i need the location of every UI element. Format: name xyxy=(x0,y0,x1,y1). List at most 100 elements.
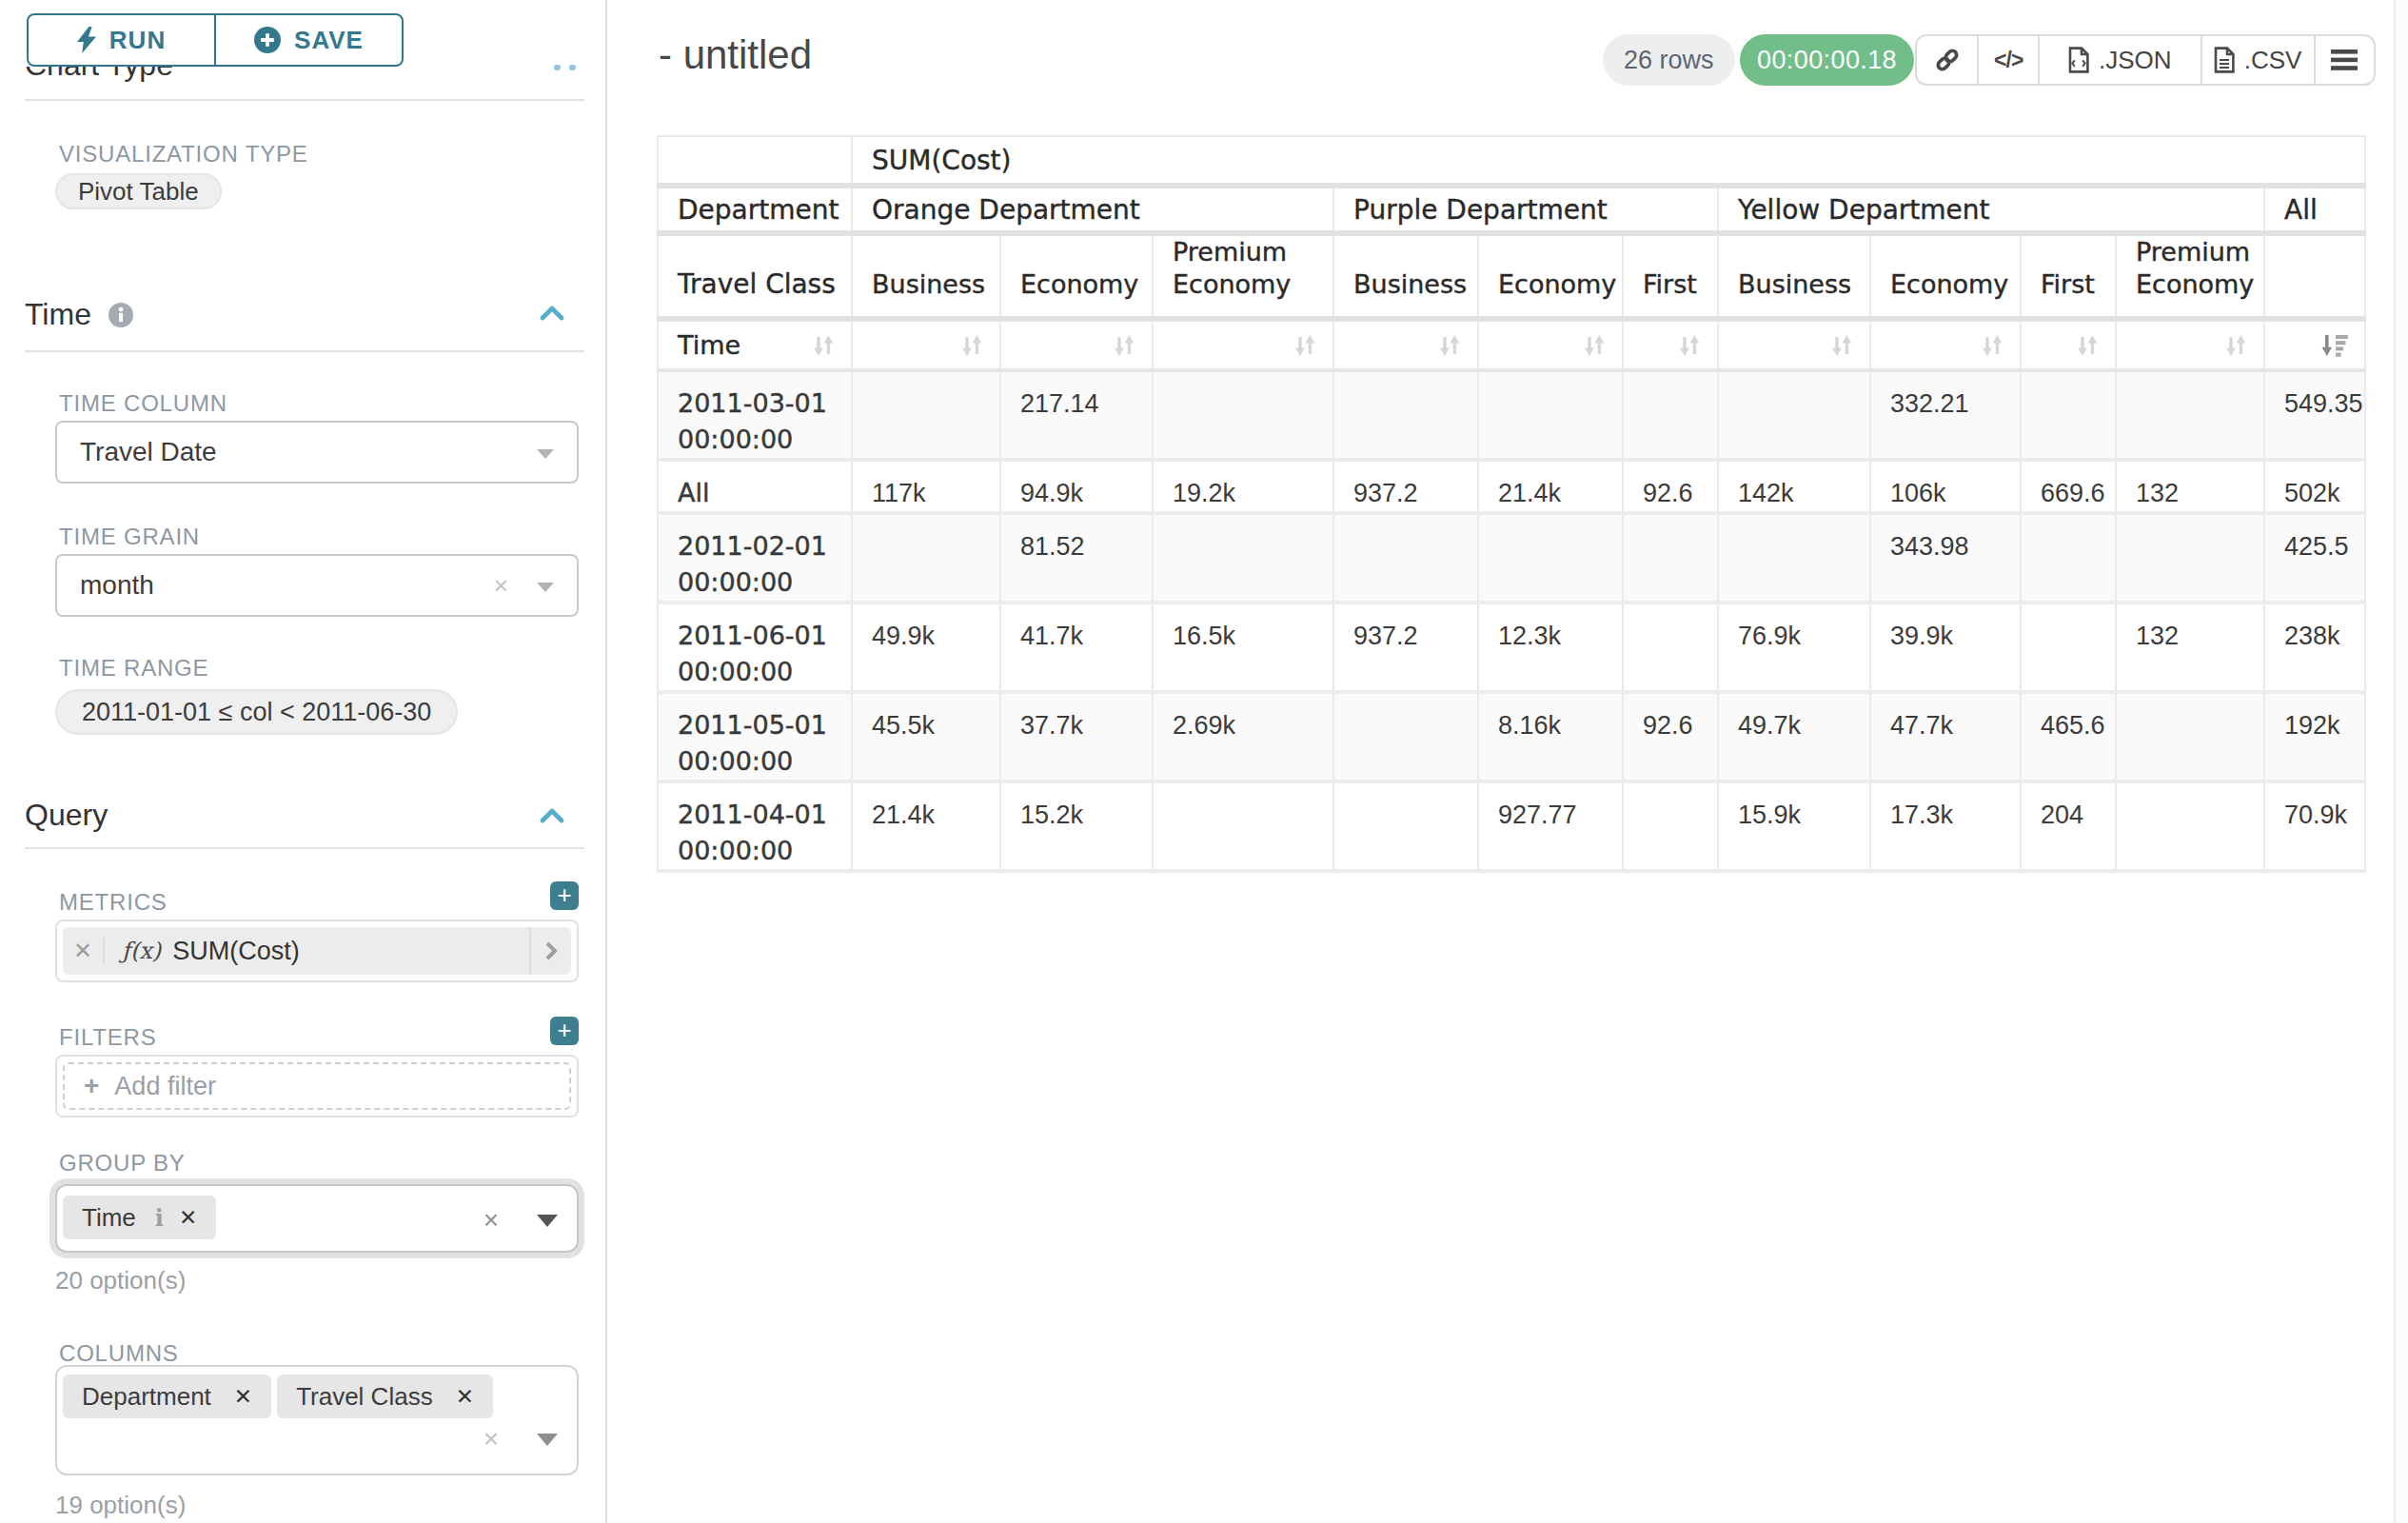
pivot-cell: 132 xyxy=(2116,460,2264,513)
remove-tag-icon[interactable]: ✕ xyxy=(456,1384,474,1410)
pivot-cell: 8.16k xyxy=(1478,692,1623,781)
export-json-button[interactable]: .JSON xyxy=(2038,36,2201,84)
clear-icon[interactable]: × xyxy=(484,1205,499,1236)
table-row: 2011-06-01 00:00:0049.9k41.7k16.5k937.21… xyxy=(658,603,2365,692)
add-metric-button[interactable]: + xyxy=(550,881,579,910)
run-save-group: RUN SAVE xyxy=(27,13,404,67)
plus-circle-icon xyxy=(254,27,281,53)
group-header: All xyxy=(2264,186,2365,233)
pivot-cell: 132 xyxy=(2116,603,2264,692)
pivot-cell: 49.7k xyxy=(1718,692,1870,781)
group-by-select[interactable]: Time i ✕ × xyxy=(55,1184,579,1253)
scrollbar-track[interactable] xyxy=(2394,0,2408,1523)
pivot-cell xyxy=(2021,603,2116,692)
collapse-chevron-icon[interactable] xyxy=(539,807,565,824)
pivot-cell: 332.21 xyxy=(1870,370,2021,460)
pivot-cell: 16.5k xyxy=(1153,603,1333,692)
query-timer-badge: 00:00:00.18 xyxy=(1740,34,1914,86)
metric-pill[interactable]: ✕ ƒ(x) SUM(Cost) xyxy=(63,927,571,975)
columns-tag[interactable]: Travel Class ✕ xyxy=(277,1375,493,1418)
explore-view: Chart Type RUN SAVE VISUALIZATION TYPE P… xyxy=(0,0,2408,1523)
columns-tag[interactable]: Department ✕ xyxy=(63,1375,271,1418)
group-header: Orange Department xyxy=(852,186,1333,233)
embed-code-button[interactable]: </> xyxy=(1977,36,2037,84)
pivot-cell: 76.9k xyxy=(1718,603,1870,692)
sort-header[interactable] xyxy=(1000,319,1153,370)
sort-header[interactable] xyxy=(2264,319,2365,370)
time-sort-header[interactable]: Time xyxy=(658,319,852,370)
table-row: All117k94.9k19.2k937.221.4k92.6142k106k6… xyxy=(658,460,2365,513)
pivot-cell xyxy=(1623,370,1718,460)
pivot-cell xyxy=(1333,513,1478,603)
chevron-down-icon xyxy=(537,449,554,459)
row-dim-header: Travel Class xyxy=(658,233,852,319)
menu-button[interactable] xyxy=(2314,36,2374,84)
sort-header[interactable] xyxy=(1478,319,1623,370)
pivot-cell: 81.52 xyxy=(1000,513,1153,603)
pivot-cell: 92.6 xyxy=(1623,460,1718,513)
collapse-chevron-icon[interactable] xyxy=(539,305,565,322)
time-column-select[interactable]: Travel Date xyxy=(55,421,579,484)
save-button[interactable]: SAVE xyxy=(214,15,402,65)
remove-metric-icon[interactable]: ✕ xyxy=(63,938,105,964)
pivot-cell: 2.69k xyxy=(1153,692,1333,781)
row-header: 2011-06-01 00:00:00 xyxy=(658,603,852,692)
remove-tag-icon[interactable]: ✕ xyxy=(179,1205,197,1231)
pivot-cell: 502k xyxy=(2264,460,2365,513)
query-section-title: Query xyxy=(25,798,108,833)
pivot-cell: 21.4k xyxy=(852,781,1000,871)
add-filter-button[interactable]: + Add filter xyxy=(63,1062,571,1110)
pivot-cell: 15.9k xyxy=(1718,781,1870,871)
pivot-cell xyxy=(1623,603,1718,692)
pivot-cell: 19.2k xyxy=(1153,460,1333,513)
col-dim-header: Department xyxy=(658,186,852,233)
info-icon xyxy=(109,303,133,327)
viz-type-pill[interactable]: Pivot Table xyxy=(55,173,222,209)
expand-metric-icon[interactable] xyxy=(529,927,571,975)
columns-label: COLUMNS xyxy=(59,1340,179,1367)
sort-header[interactable] xyxy=(852,319,1000,370)
share-link-button[interactable] xyxy=(1917,36,1977,84)
plus-icon: + xyxy=(84,1071,99,1101)
time-grain-select[interactable]: month × xyxy=(55,554,579,617)
sort-header[interactable] xyxy=(1333,319,1478,370)
time-range-pill[interactable]: 2011-01-01 ≤ col < 2011-06-30 xyxy=(55,689,458,735)
pivot-cell xyxy=(2021,370,2116,460)
pivot-cell: 669.6 xyxy=(2021,460,2116,513)
sort-header[interactable] xyxy=(1153,319,1333,370)
add-filter-plus-button[interactable]: + xyxy=(550,1017,579,1045)
chart-title[interactable]: - untitled xyxy=(659,32,812,78)
pivot-cell: 937.2 xyxy=(1333,603,1478,692)
clear-icon[interactable]: × xyxy=(484,1424,499,1454)
run-button[interactable]: RUN xyxy=(29,15,214,65)
pivot-cell: 12.3k xyxy=(1478,603,1623,692)
pivot-cell: 17.3k xyxy=(1870,781,2021,871)
row-header: 2011-04-01 00:00:00 xyxy=(658,781,852,871)
pivot-cell: 217.14 xyxy=(1000,370,1153,460)
chevron-down-icon xyxy=(537,1215,558,1227)
metrics-field: ✕ ƒ(x) SUM(Cost) xyxy=(55,920,579,982)
class-header: Economy xyxy=(1870,233,2021,319)
sort-header[interactable] xyxy=(2116,319,2264,370)
sort-header[interactable] xyxy=(1718,319,1870,370)
columns-select[interactable]: Department ✕ Travel Class ✕ × xyxy=(55,1365,579,1475)
sort-header[interactable] xyxy=(1870,319,2021,370)
metric-header: SUM(Cost) xyxy=(852,136,2365,186)
pivot-cell xyxy=(852,370,1000,460)
clear-icon[interactable]: × xyxy=(494,571,508,601)
pivot-cell: 21.4k xyxy=(1478,460,1623,513)
filters-field: + Add filter xyxy=(55,1055,579,1118)
class-header xyxy=(2264,233,2365,319)
class-header: Premium Economy xyxy=(2116,233,2264,319)
sort-header[interactable] xyxy=(2021,319,2116,370)
export-csv-button[interactable]: .CSV xyxy=(2201,36,2314,84)
pivot-table-wrap: SUM(Cost)DepartmentOrange DepartmentPurp… xyxy=(657,135,2366,873)
pivot-table: SUM(Cost)DepartmentOrange DepartmentPurp… xyxy=(657,135,2366,873)
pivot-cell: 927.77 xyxy=(1478,781,1623,871)
sort-header[interactable] xyxy=(1623,319,1718,370)
viz-type-label: VISUALIZATION TYPE xyxy=(59,141,308,168)
chart-panel: - untitled 26 rows 00:00:00.18 </> .JSON… xyxy=(609,0,2408,1523)
group-by-tag[interactable]: Time i ✕ xyxy=(63,1196,216,1239)
pivot-cell: 343.98 xyxy=(1870,513,2021,603)
remove-tag-icon[interactable]: ✕ xyxy=(234,1384,252,1410)
